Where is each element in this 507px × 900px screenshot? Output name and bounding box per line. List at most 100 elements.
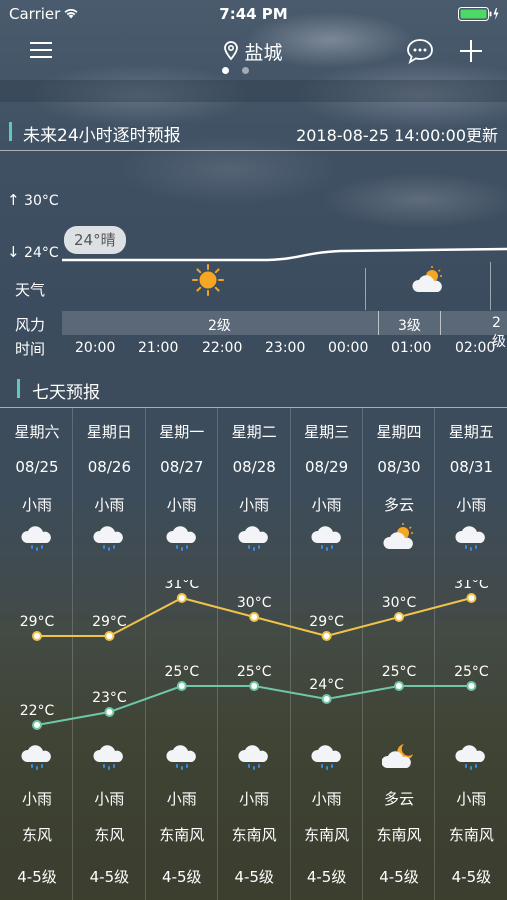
- high-temp-point: [249, 612, 260, 622]
- hour-label: 22:00: [202, 340, 243, 356]
- rain-cloud-icon: [146, 742, 218, 776]
- day-weekday: 星期日: [86, 423, 132, 441]
- day-weather: 小雨: [166, 496, 197, 514]
- day-weather: 小雨: [21, 496, 52, 514]
- low-temp-point: [466, 681, 477, 691]
- hourly-max: ↑ 30°C: [7, 191, 59, 209]
- high-temp-label: 30°C: [382, 595, 417, 611]
- wind-direction: 东风: [21, 826, 52, 844]
- sun-icon: [192, 264, 224, 296]
- chat-icon[interactable]: [406, 38, 434, 64]
- low-temp-point: [249, 681, 260, 691]
- low-temp-label: 25°C: [454, 664, 489, 680]
- add-city-icon[interactable]: [460, 40, 482, 62]
- rain-cloud-icon: [73, 523, 145, 557]
- partly-cloudy-sun-icon: [412, 266, 442, 292]
- page-dot-active: [222, 67, 229, 74]
- night-weather: 小雨: [94, 790, 125, 808]
- high-temp-point: [32, 631, 42, 641]
- wind-divider: [440, 311, 441, 335]
- wind-level: 4-5级: [234, 868, 274, 886]
- day-weekday: 星期三: [304, 423, 350, 441]
- hour-label: 00:00: [328, 340, 369, 356]
- high-temp-point: [176, 593, 187, 603]
- section-accent-bar: [9, 122, 12, 141]
- low-temp-point: [32, 720, 42, 730]
- weather-row-label: 天气: [15, 281, 46, 299]
- hourly-title: 未来24小时逐时预报: [23, 126, 181, 146]
- rain-cloud-icon: [73, 742, 145, 776]
- high-temp-point: [394, 612, 404, 622]
- high-temp-point: [466, 593, 477, 603]
- city-name: 盐城: [244, 42, 283, 64]
- battery-icon: [458, 7, 499, 21]
- section-accent-bar: [17, 379, 20, 398]
- wind-direction: 东南风: [231, 826, 277, 844]
- wind-level: 4-5级: [162, 868, 202, 886]
- rain-cloud-icon: [291, 523, 363, 557]
- wind-row-label: 风力: [15, 316, 46, 334]
- day-weather: 多云: [383, 496, 414, 514]
- hour-label: 20:00: [75, 340, 116, 356]
- wind-divider: [378, 311, 379, 335]
- high-temp-point: [104, 631, 115, 641]
- time-row-label: 时间: [15, 340, 46, 358]
- rain-cloud-icon: [435, 523, 507, 557]
- high-temp-point: [321, 631, 332, 641]
- wind-direction: 东南风: [376, 826, 422, 844]
- day-weekday: 星期二: [231, 423, 277, 441]
- wind-level: 4-5级: [306, 868, 347, 886]
- day-weekday: 星期五: [448, 423, 494, 441]
- rain-cloud-icon: [1, 742, 73, 776]
- day-date: 08/30: [377, 458, 421, 476]
- hour-label: 21:00: [138, 340, 179, 356]
- day-weather: 小雨: [456, 496, 487, 514]
- hour-label: 02:00: [455, 340, 496, 356]
- wind-level: 4-5级: [89, 868, 130, 886]
- high-temp-label: 29°C: [92, 614, 127, 630]
- location-pin-icon: [224, 41, 239, 61]
- page-dot: [242, 67, 249, 74]
- day-weekday: 星期六: [14, 423, 60, 441]
- divider: [0, 150, 507, 151]
- day-weather: 小雨: [94, 496, 125, 514]
- low-temp-point: [176, 681, 187, 691]
- hour-label: 23:00: [265, 340, 306, 356]
- seven-day-title: 七天预报: [32, 383, 100, 403]
- high-temp-label: 31°C: [165, 580, 200, 592]
- wind-direction: 东南风: [159, 826, 205, 844]
- wind-level: 4-5级: [17, 868, 57, 886]
- wind-level: 4-5级: [451, 868, 492, 886]
- low-temp-point: [104, 707, 115, 717]
- high-temp-label: 31°C: [454, 580, 489, 592]
- wind-segment: 2级: [208, 318, 231, 334]
- clock-time: 7:44 PM: [219, 5, 288, 23]
- rain-cloud-icon: [146, 523, 218, 557]
- high-temp-label: 29°C: [20, 614, 55, 630]
- divider: [0, 407, 507, 408]
- night-weather: 小雨: [21, 790, 52, 808]
- day-weekday: 星期一: [159, 423, 205, 441]
- rain-cloud-icon: [1, 523, 73, 557]
- partly-cloudy-moon-icon: [363, 742, 435, 774]
- day-date: 08/26: [87, 458, 131, 476]
- night-weather: 小雨: [166, 790, 197, 808]
- day-weekday: 星期四: [376, 423, 422, 441]
- wind-direction: 东南风: [448, 826, 494, 844]
- wind-direction: 东风: [94, 826, 125, 844]
- low-temp-label: 23°C: [92, 690, 127, 706]
- wind-segment: 3级: [398, 318, 421, 334]
- day-date: 08/25: [15, 458, 59, 476]
- hour-label: 01:00: [391, 340, 432, 356]
- day-date: 08/31: [449, 458, 493, 476]
- hour-divider: [365, 268, 366, 310]
- wind-level: 4-5级: [379, 868, 419, 886]
- low-temp-label: 25°C: [237, 664, 272, 680]
- day-weather: 小雨: [239, 496, 270, 514]
- low-temp-point: [321, 694, 332, 704]
- rain-cloud-icon: [218, 523, 290, 557]
- night-weather: 小雨: [239, 790, 270, 808]
- day-date: 08/28: [232, 458, 276, 476]
- partly-cloudy-sun-icon: [363, 523, 435, 555]
- rain-cloud-icon: [291, 742, 363, 776]
